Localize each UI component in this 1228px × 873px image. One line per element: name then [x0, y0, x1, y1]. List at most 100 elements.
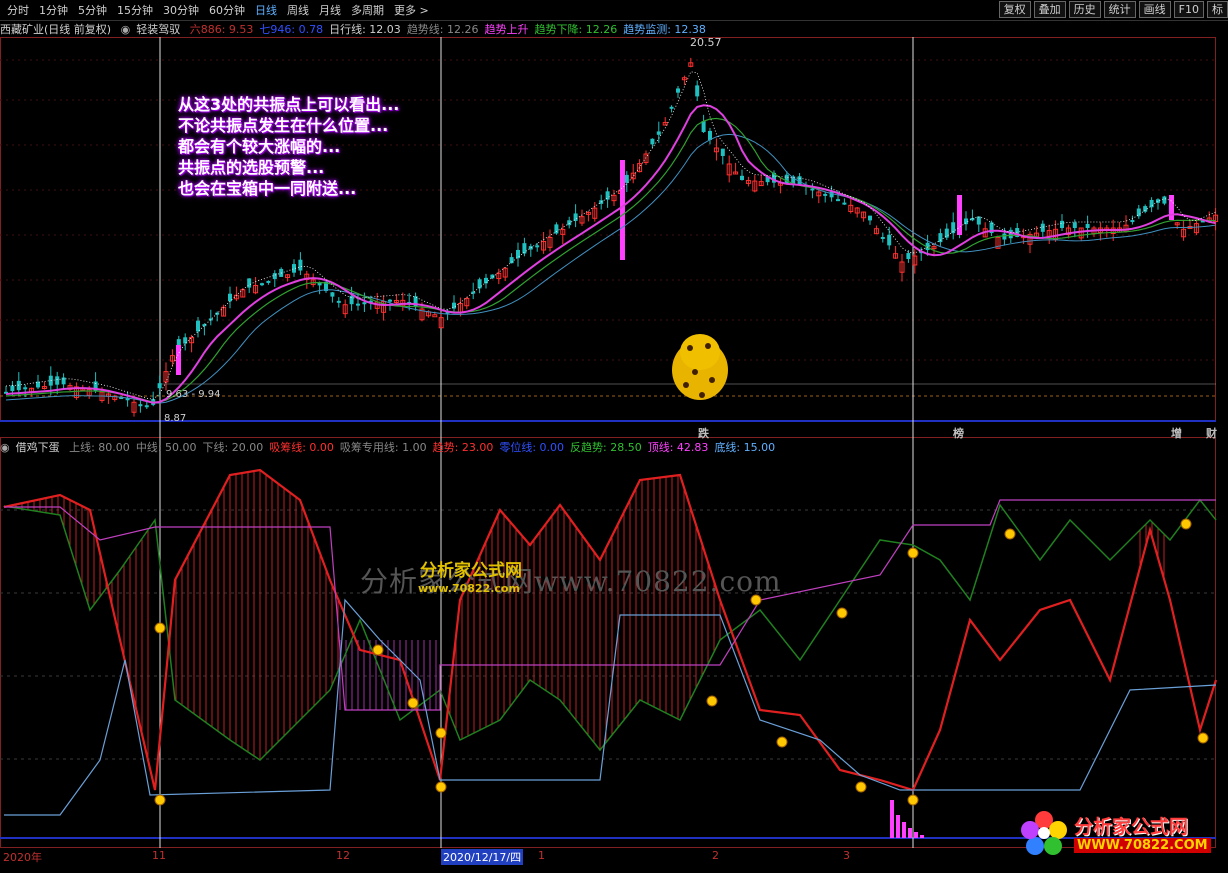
spike-bar	[890, 800, 894, 838]
candle-body	[272, 273, 277, 280]
candle-body	[61, 377, 66, 385]
coin-icon	[1197, 732, 1209, 744]
indicator-icon[interactable]: ◉	[0, 441, 10, 454]
highlight-candle	[176, 345, 181, 375]
coin-icon	[407, 697, 419, 709]
watermark-url: www.70822.com	[418, 582, 520, 595]
candle-body	[650, 138, 655, 145]
spike-bar	[920, 835, 924, 838]
logo-title: 分析家公式网	[1074, 816, 1189, 838]
sub-indicator-name[interactable]: 借鸡下蛋	[16, 441, 60, 454]
coin-icon	[836, 607, 848, 619]
candle-body	[1060, 220, 1064, 228]
spike-bar	[902, 822, 906, 838]
candle-body	[1156, 199, 1160, 203]
candle-body	[740, 175, 744, 180]
candle-body	[144, 405, 149, 408]
candle-body	[266, 280, 271, 283]
param-value: 底线: 15.00	[714, 441, 776, 454]
candle-body	[16, 380, 21, 391]
date-label: 3	[843, 849, 850, 862]
date-label: 1	[538, 849, 545, 862]
leopard-icon	[672, 334, 728, 400]
date-label: 2	[712, 849, 719, 862]
candle-body	[868, 215, 872, 221]
coin-icon	[907, 794, 919, 806]
candle-body	[157, 383, 162, 389]
sub-params: 上线: 80.00 中线: 50.00 下线: 20.00 吸筹线: 0.00 吸筹专用…	[69, 441, 781, 454]
candle-body	[1136, 208, 1141, 217]
watermark-brand: 分析家公式网	[420, 561, 522, 581]
candle-body	[784, 174, 789, 184]
candle-body	[676, 88, 680, 93]
candle-body	[1130, 220, 1135, 223]
low-price-label: 8.87	[164, 413, 186, 424]
candle-body	[1149, 199, 1154, 208]
candle-body	[842, 202, 847, 205]
param-value: 趋势: 23.00	[432, 441, 494, 454]
annotation-text: 从这3处的共振点上可以看出... 不论共振点发生在什么位置... 都会有个较大涨…	[178, 94, 399, 199]
candle-body	[599, 200, 604, 204]
candle-body	[362, 302, 367, 305]
candle-body	[1072, 222, 1077, 228]
highlight-candle	[957, 195, 962, 235]
candle-body	[1143, 206, 1148, 212]
candle-body	[836, 199, 840, 202]
candle-body	[554, 224, 559, 234]
coin-icon	[855, 781, 867, 793]
candle-body	[228, 293, 232, 302]
spike-bar	[896, 815, 900, 838]
candle-body	[490, 274, 495, 279]
candle-body	[1040, 223, 1045, 232]
sub-panel-frame	[0, 437, 1216, 848]
coin-icon	[907, 547, 919, 559]
candle-body	[477, 279, 482, 289]
annotation-line: 共振点的选股预警...	[178, 158, 325, 177]
candle-body	[23, 387, 28, 390]
param-value: 吸筹线: 0.00	[269, 441, 334, 454]
date-axis: 2020年 11 12 2020/12/17/四 1 2 3	[0, 849, 1228, 865]
candle-body	[938, 233, 943, 243]
candle-body	[1002, 233, 1007, 240]
coin-icon	[1004, 528, 1016, 540]
candle-body	[944, 228, 949, 238]
candle-body	[695, 85, 700, 97]
coin-icon	[776, 736, 788, 748]
annotation-line: 从这3处的共振点上可以看出...	[178, 95, 400, 114]
candle-body	[349, 295, 354, 305]
candle-body	[208, 318, 213, 321]
candle-body	[138, 404, 143, 407]
annotation-line: 也会在宝箱中一同附送...	[178, 179, 357, 198]
candle-body	[880, 236, 885, 239]
candle-body	[516, 249, 520, 259]
trend-line	[3, 468, 1218, 792]
top-line	[4, 499, 1216, 711]
param-value: 顶线: 42.83	[647, 441, 709, 454]
param-value: 中线: 50.00	[135, 441, 197, 454]
candle-body	[906, 253, 911, 260]
candle-body	[55, 376, 60, 385]
coin-icon	[1180, 518, 1192, 530]
candle-body	[976, 216, 981, 225]
param-value: 零位线: 0.00	[499, 441, 565, 454]
highlight-candle	[620, 160, 625, 260]
candle-body	[336, 300, 341, 303]
param-value: 吸筹专用线: 1.00	[339, 441, 427, 454]
coin-icon	[372, 644, 384, 656]
candle-body	[1085, 223, 1090, 228]
spike-bar	[908, 828, 912, 838]
candle-body	[1162, 196, 1167, 204]
candle-body	[720, 148, 725, 156]
candle-body	[356, 303, 360, 306]
high-price-label: 20.57	[690, 36, 722, 49]
candle-body	[298, 259, 303, 271]
mid-price-label: 9.63 - 9.94	[166, 389, 221, 400]
coin-icon	[154, 622, 166, 634]
candle-body	[330, 292, 335, 297]
candle-body	[701, 121, 706, 132]
candle-body	[260, 283, 264, 286]
coin-icon	[706, 695, 718, 707]
candle-body	[522, 243, 527, 254]
candle-body	[567, 220, 572, 226]
coin-icon	[154, 794, 166, 806]
